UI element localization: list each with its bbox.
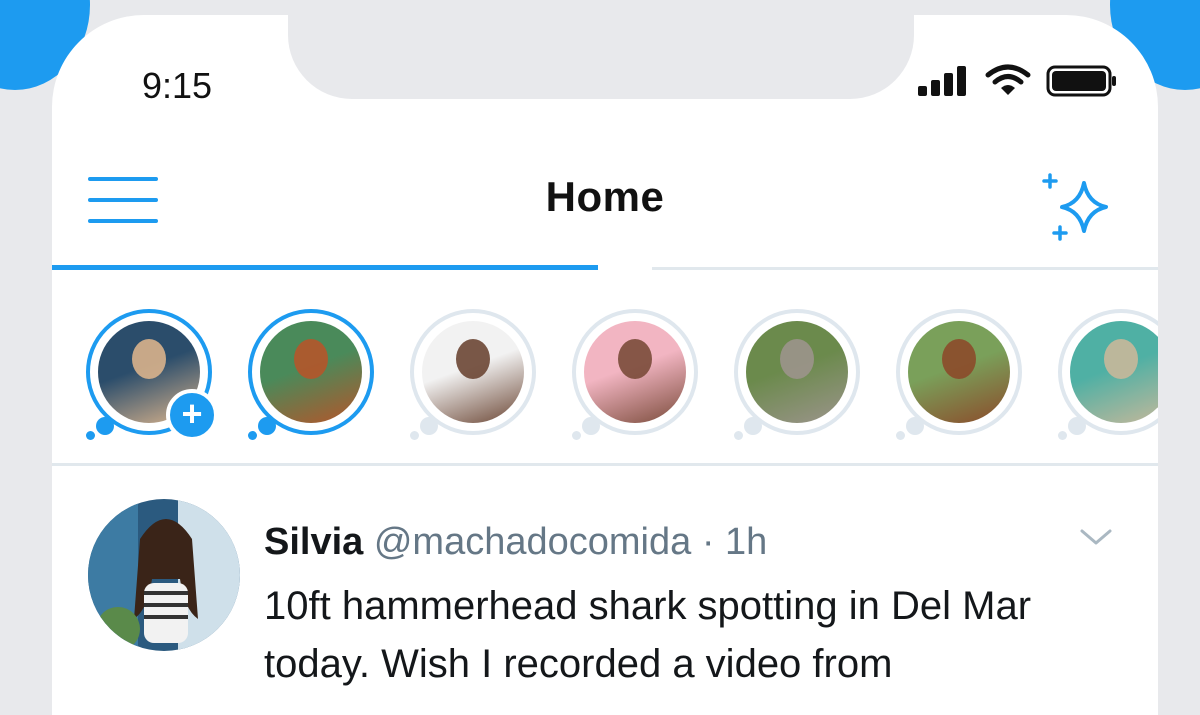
add-fleet-button[interactable]: +: [166, 389, 218, 441]
fleet-fleet-man-hat[interactable]: [248, 309, 374, 440]
fleet-bubble-small: [572, 431, 581, 440]
fleet-fleet-woman-pink[interactable]: [572, 309, 698, 440]
phone-notch: [288, 15, 914, 99]
fleet-avatar: [746, 321, 848, 423]
fleet-avatar: [584, 321, 686, 423]
fleet-fleet-dog[interactable]: [734, 309, 860, 440]
tweet-avatar[interactable]: [88, 499, 240, 651]
fleet-bubble-small: [410, 431, 419, 440]
fleet-bubble-large: [420, 417, 438, 435]
fleets-row: +: [86, 309, 1158, 441]
tweet-author-name[interactable]: Silvia: [264, 521, 363, 563]
signal-icon: [918, 66, 966, 96]
fleet-avatar-figure: [942, 339, 976, 379]
tweet-header: Silvia @machadocomida · 1h: [264, 521, 767, 564]
fleet-avatar: [908, 321, 1010, 423]
fleet-bubble-small: [734, 431, 743, 440]
fleet-avatar-figure: [456, 339, 490, 379]
fleet-your-fleet[interactable]: +: [86, 309, 218, 441]
fleet-bubble-large: [96, 417, 114, 435]
phone-screen: 9:15 Home + Silvia @machadocomida · 1h 1…: [52, 15, 1158, 715]
sparkle-icon: [1042, 173, 1108, 241]
fleet-avatar-figure: [1104, 339, 1138, 379]
fleet-fleet-woman-smile[interactable]: [896, 309, 1022, 440]
tab-secondary-indicator[interactable]: [652, 267, 1158, 270]
fleet-bubble-large: [744, 417, 762, 435]
wifi-icon: [985, 64, 1031, 95]
tweet-time[interactable]: 1h: [725, 521, 767, 563]
fleet-avatar-figure: [618, 339, 652, 379]
battery-icon: [1046, 65, 1116, 97]
fleet-bubble-large: [258, 417, 276, 435]
fleet-avatar-figure: [294, 339, 328, 379]
tab-home-indicator[interactable]: [52, 265, 598, 270]
fleet-fleet-pool-dog[interactable]: [1058, 309, 1158, 440]
tweet-separator: ·: [701, 521, 715, 563]
fleet-bubble-large: [582, 417, 600, 435]
fleet-avatar-figure: [132, 339, 166, 379]
fleet-avatar: [260, 321, 362, 423]
page-title: Home: [545, 173, 665, 220]
fleet-bubble-small: [86, 431, 95, 440]
tweet[interactable]: Silvia @machadocomida · 1h 10ft hammerhe…: [52, 485, 1158, 715]
fleet-bubble-small: [248, 431, 257, 440]
fleets-divider: [52, 463, 1158, 466]
fleet-bubble-large: [1068, 417, 1086, 435]
fleet-avatar-figure: [780, 339, 814, 379]
sparkle-button[interactable]: [1040, 165, 1116, 245]
fleet-bubble-large: [906, 417, 924, 435]
fleet-bubble-small: [896, 431, 905, 440]
fleet-bubble-small: [1058, 431, 1067, 440]
fleet-fleet-woman-bangs[interactable]: [410, 309, 536, 440]
tweet-text: 10ft hammerhead shark spotting in Del Ma…: [264, 584, 1032, 686]
avatar-photo: [88, 499, 240, 651]
phone-frame: 9:15 Home + Silvia @machadocomida · 1h 1…: [0, 0, 1200, 715]
status-icons: [916, 63, 1118, 99]
tweet-author-handle[interactable]: @machadocomida: [374, 521, 691, 563]
chevron-down-icon[interactable]: [1078, 525, 1114, 549]
status-time: 9:15: [142, 65, 213, 106]
fleet-avatar: [422, 321, 524, 423]
tab-bar: [52, 265, 1158, 271]
